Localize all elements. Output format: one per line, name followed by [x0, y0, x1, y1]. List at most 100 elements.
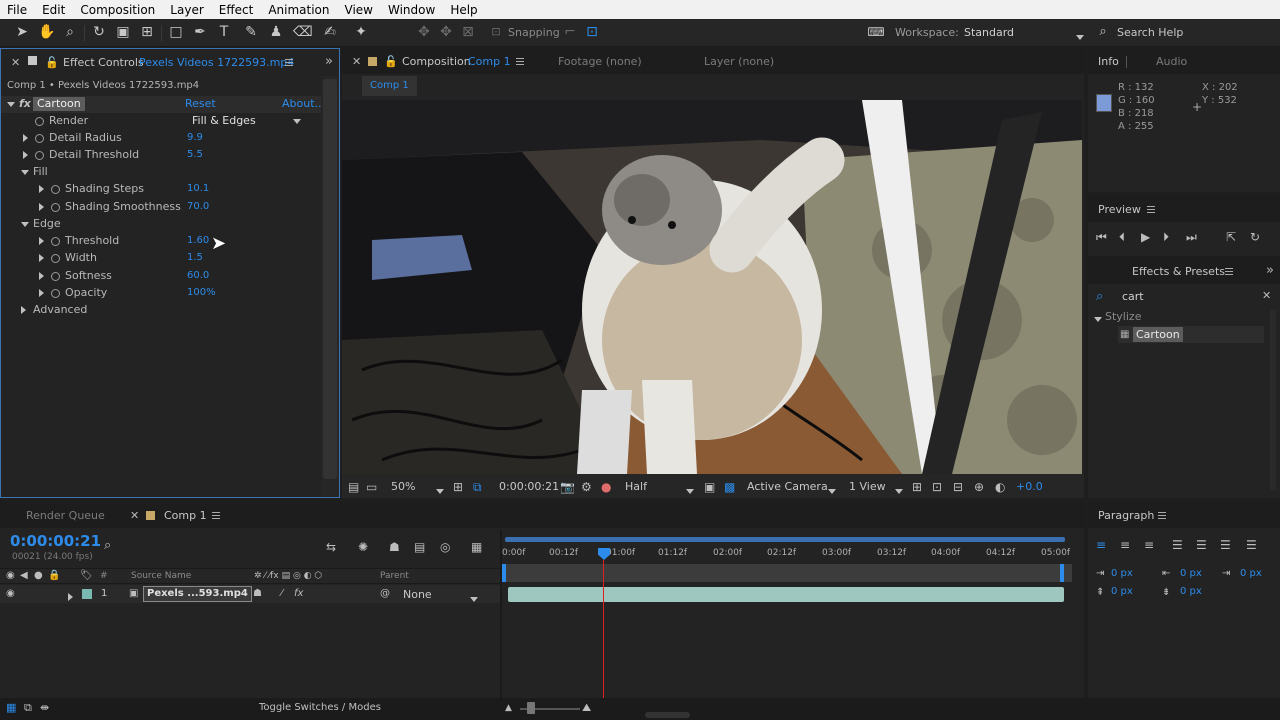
layer-duration-bar[interactable]: [508, 587, 1064, 602]
axis-local-icon[interactable]: ✥: [416, 24, 432, 40]
camera-tool-icon[interactable]: ▣: [115, 24, 131, 40]
layer-visibility-icon[interactable]: ◉: [6, 587, 15, 601]
audio-icon[interactable]: ◀: [20, 569, 28, 583]
parent-dropdown-icon[interactable]: [470, 592, 478, 605]
horizontal-scrollbar[interactable]: [645, 712, 690, 718]
menu-help[interactable]: Help: [443, 3, 485, 17]
toggle-pixel-aspect-icon[interactable]: ⊞: [912, 480, 922, 494]
toggle-switches-modes-button[interactable]: Toggle Switches / Modes: [259, 702, 381, 713]
flowchart-icon[interactable]: ⊕: [974, 480, 984, 494]
panel-menu-icon[interactable]: [1225, 268, 1233, 275]
zoom-tool-icon[interactable]: ⌕: [62, 24, 78, 40]
pan-behind-tool-icon[interactable]: ⊞: [139, 24, 155, 40]
resolution-dropdown-icon[interactable]: [686, 484, 694, 497]
workspace-dropdown-icon[interactable]: [1076, 30, 1084, 43]
timeline-current-time[interactable]: 0:00:00:21: [10, 532, 101, 550]
lock-icon[interactable]: 🔓: [45, 56, 59, 69]
resolution-select[interactable]: Half: [625, 480, 647, 493]
magnification-select[interactable]: 50%: [391, 480, 415, 493]
parent-select[interactable]: None: [403, 588, 432, 601]
width-value[interactable]: 1.5: [187, 250, 203, 266]
detail-threshold-value[interactable]: 5.5: [187, 147, 203, 163]
effect-item-cartoon[interactable]: Cartoon: [1133, 327, 1183, 342]
fast-previews-icon[interactable]: ⊡: [932, 480, 942, 494]
composition-mini-flowchart-icon[interactable]: ⇆: [326, 540, 336, 554]
opacity-expand-icon[interactable]: [39, 285, 44, 301]
lock-column-icon[interactable]: 🔒: [48, 569, 60, 583]
parent-pickwhip-icon[interactable]: @: [380, 587, 390, 601]
region-icon[interactable]: ▭: [366, 480, 377, 494]
label-icon[interactable]: 🏷: [80, 569, 93, 583]
align-right-icon[interactable]: ≡: [1144, 538, 1154, 552]
reset-exposure-icon[interactable]: ◐: [995, 480, 1005, 494]
scrollbar-thumb[interactable]: [323, 79, 337, 479]
stopwatch-icon[interactable]: [35, 113, 44, 129]
roto-brush-tool-icon[interactable]: ✍: [322, 24, 338, 40]
menu-composition[interactable]: Composition: [73, 3, 163, 17]
work-area-end-handle[interactable]: [1060, 564, 1064, 582]
threshold-expand-icon[interactable]: [39, 233, 44, 249]
justify-center-icon[interactable]: ☰: [1196, 538, 1207, 552]
selection-tool-icon[interactable]: ➤: [14, 24, 30, 40]
menu-window[interactable]: Window: [381, 3, 443, 17]
fill-expand-icon[interactable]: [21, 164, 29, 180]
panel-menu-icon[interactable]: [516, 58, 524, 65]
motion-blur-icon[interactable]: ◎: [440, 540, 450, 554]
shy-layers-icon[interactable]: ☗: [389, 540, 400, 554]
channel-icon[interactable]: ●: [601, 480, 611, 494]
render-select[interactable]: Fill & Edges: [192, 113, 256, 129]
type-tool-icon[interactable]: T: [216, 24, 232, 40]
menu-view[interactable]: View: [338, 3, 381, 17]
about-link[interactable]: About...: [282, 96, 325, 112]
menu-effect[interactable]: Effect: [212, 3, 262, 17]
softness-value[interactable]: 60.0: [187, 268, 209, 284]
workspace-select[interactable]: Standard: [964, 26, 1014, 39]
softness-expand-icon[interactable]: [39, 268, 44, 284]
render-dropdown-icon[interactable]: [293, 113, 301, 129]
close-icon[interactable]: ✕: [11, 56, 20, 69]
shy-switch-icon[interactable]: ☗: [253, 587, 262, 601]
menu-file[interactable]: File: [0, 3, 35, 17]
target-region-icon[interactable]: ▣: [704, 480, 715, 494]
stopwatch-icon[interactable]: [51, 250, 60, 266]
zoom-out-icon[interactable]: ▲: [505, 701, 512, 715]
last-frame-icon[interactable]: ⏭: [1186, 230, 1197, 244]
cartoon-expand-icon[interactable]: [7, 96, 15, 112]
align-center-icon[interactable]: ≡: [1120, 538, 1130, 552]
composition-viewer[interactable]: [342, 100, 1082, 474]
detail-radius-expand-icon[interactable]: [23, 130, 28, 146]
work-area-start-handle[interactable]: [502, 564, 506, 582]
graph-editor-icon[interactable]: ▦: [471, 540, 482, 554]
search-icon[interactable]: ⌕: [1095, 24, 1111, 40]
quality-switch-icon[interactable]: ⁄: [281, 587, 283, 601]
effects-presets-tab[interactable]: Effects & Presets: [1132, 265, 1225, 278]
transfer-controls-icon[interactable]: ⧉: [24, 701, 32, 715]
shading-smoothness-expand-icon[interactable]: [39, 199, 44, 215]
justify-right-icon[interactable]: ☰: [1220, 538, 1231, 552]
advanced-expand-icon[interactable]: [21, 302, 26, 318]
justify-all-icon[interactable]: ☰: [1246, 538, 1257, 552]
close-icon[interactable]: ✕: [352, 55, 361, 68]
threshold-value[interactable]: 1.60: [187, 233, 209, 249]
next-frame-icon[interactable]: ⏵: [1163, 230, 1169, 244]
layer-tab[interactable]: Layer (none): [704, 55, 774, 68]
stopwatch-icon[interactable]: [51, 268, 60, 284]
frame-blending-icon[interactable]: ▤: [414, 540, 425, 554]
layer-name[interactable]: Pexels ...593.mp4: [143, 586, 252, 602]
search-icon[interactable]: ⌕: [104, 538, 111, 553]
play-icon[interactable]: ▶: [1141, 230, 1150, 244]
comp-timeline-tab[interactable]: Comp 1: [164, 509, 207, 522]
reset-link[interactable]: Reset: [185, 96, 216, 112]
timeline-icon[interactable]: ⊟: [953, 480, 963, 494]
stopwatch-icon[interactable]: [51, 285, 60, 301]
solo-icon[interactable]: ●: [34, 569, 43, 583]
stopwatch-icon[interactable]: [35, 130, 44, 146]
pen-tool-icon[interactable]: ✒: [192, 24, 208, 40]
effect-switch-icon[interactable]: fx: [294, 587, 303, 601]
snapping-checkbox-icon[interactable]: ⊡: [488, 24, 504, 40]
stopwatch-icon[interactable]: [35, 147, 44, 163]
zoom-slider-thumb[interactable]: [527, 702, 535, 714]
footage-tab[interactable]: Footage (none): [558, 55, 642, 68]
axis-view-icon[interactable]: ⊠: [460, 24, 476, 40]
eraser-tool-icon[interactable]: ⌫: [293, 24, 313, 40]
